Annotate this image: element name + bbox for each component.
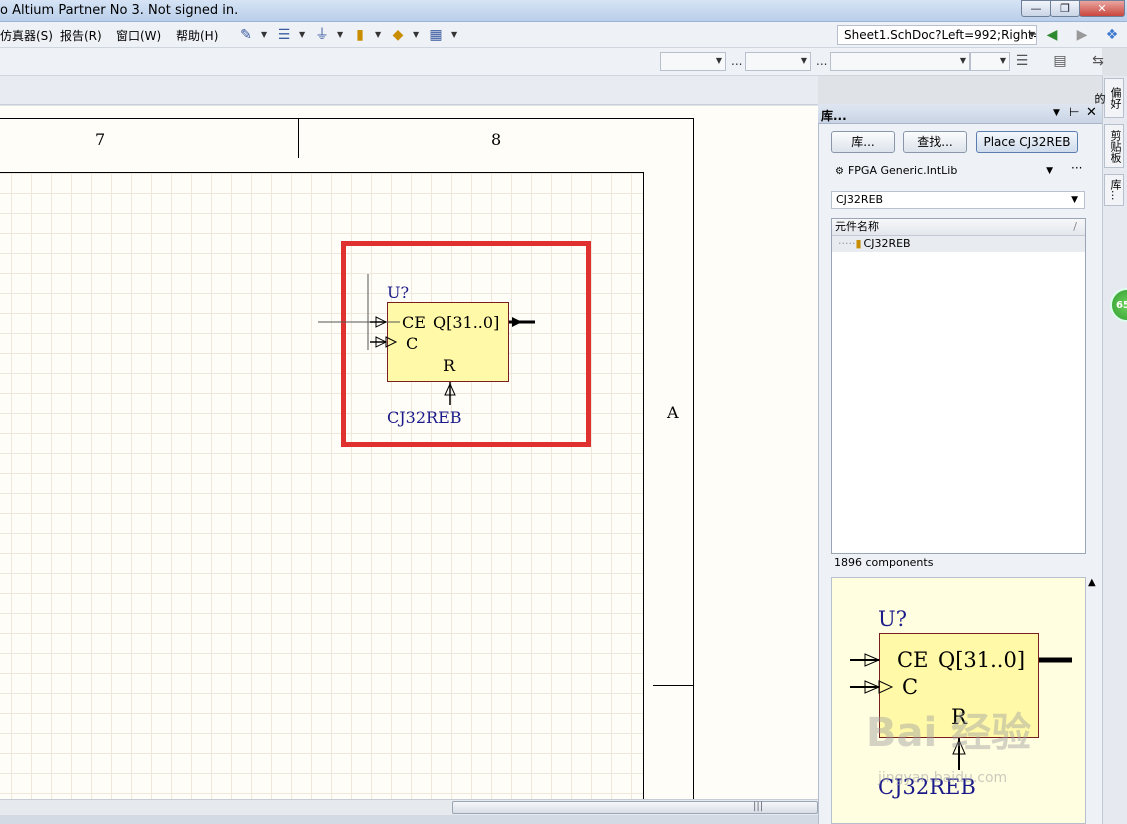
panel-menu-icon[interactable]: ▼ (1053, 108, 1060, 118)
pin-label-c: C (406, 334, 419, 353)
minimize-icon: — (1030, 2, 1042, 15)
chevron-down-icon[interactable]: ▼ (261, 30, 267, 39)
chevron-down-icon[interactable]: ▼ (375, 30, 381, 39)
pin-label-ce: CE (402, 313, 426, 332)
pin-icon[interactable]: ⊢ (1069, 105, 1079, 119)
port-tool-icon[interactable]: ▮ (350, 26, 370, 44)
directive-tool-icon[interactable]: ◆ (388, 26, 408, 44)
window-title: o Altium Partner No 3. Not signed in. (0, 3, 239, 18)
forward-icon[interactable]: ▶ (1072, 26, 1092, 44)
pin-c-clock (385, 336, 398, 348)
chevron-down-icon: ▼ (800, 56, 807, 65)
preview-designator: U? (878, 607, 907, 631)
more-icon[interactable]: ··· (1071, 161, 1082, 175)
component-pins (318, 274, 535, 405)
font-combo[interactable]: ▼ (660, 52, 726, 71)
tree-line-icon: ····· (838, 237, 856, 250)
chevron-down-icon: ▼ (1071, 195, 1078, 205)
preview-pin-c-clock (878, 680, 894, 694)
library-icon: ⚙ (835, 166, 844, 177)
maximize-button[interactable]: ❐ (1050, 0, 1080, 17)
menu-reports[interactable]: 报告(R) (60, 27, 102, 44)
close-icon[interactable]: ✕ (1086, 105, 1097, 120)
filter-value: CJ32REB (836, 193, 884, 206)
swap-icon[interactable]: ⇆ (1088, 52, 1108, 70)
component-list[interactable] (831, 218, 1086, 554)
watermark-logo: Bai 经验 (866, 710, 1032, 756)
component-designator: U? (387, 283, 410, 302)
schematic-canvas[interactable] (0, 106, 818, 799)
pin-label-r: R (443, 356, 456, 375)
component-filter[interactable]: CJ32REB ▼ (831, 191, 1085, 209)
size-combo[interactable]: ▼ (745, 52, 811, 71)
menu-window[interactable]: 窗口(W) (116, 27, 161, 44)
tab-clipboard[interactable]: 剪贴板 (1104, 124, 1124, 168)
preview-pin-label-c: C (902, 675, 919, 699)
menu-help[interactable]: 帮助(H) (176, 27, 218, 44)
menu-simulator[interactable]: 仿真器(S) (0, 27, 53, 44)
restore-icon: ❐ (1060, 2, 1070, 15)
panel-title: 库... (821, 109, 847, 123)
zone-label-7: 7 (95, 130, 106, 149)
close-window-button[interactable]: ✕ (1079, 0, 1125, 17)
document-address-field[interactable]: Sheet1.SchDoc?Left=992;Right= (837, 25, 1037, 45)
library-selected: FPGA Generic.IntLib (847, 164, 958, 177)
chevron-down-icon[interactable]: ▼ (337, 30, 343, 39)
ground-tool-icon[interactable]: ⏚ (312, 26, 332, 44)
navigate-icon[interactable]: ❖ (1102, 26, 1122, 44)
zone-label-8: 8 (491, 130, 502, 149)
library-selector[interactable]: ⚙ FPGA Generic.IntLib ▼ (831, 163, 1059, 181)
component-count: 1896 components (834, 556, 934, 569)
close-icon: ✕ (1097, 2, 1107, 15)
chevron-down-icon: ▼ (959, 56, 966, 65)
more-icon[interactable]: ... (731, 54, 742, 68)
chevron-down-icon[interactable]: ▼ (1029, 30, 1035, 39)
grip-icon: ||| (753, 801, 764, 812)
preview-pin-label-q: Q[31..0] (938, 648, 1026, 672)
list-header[interactable]: 元件名称 / (832, 219, 1085, 236)
scrollbar-thumb[interactable]: ||| (452, 801, 818, 814)
collapse-icon[interactable]: ▲ (1088, 577, 1096, 588)
sort-icon: / (1073, 220, 1077, 233)
pin-q-arrow (512, 317, 522, 327)
chevron-down-icon: ▼ (715, 56, 722, 65)
column-header-name: 元件名称 (835, 220, 879, 233)
chevron-down-icon: ▼ (1046, 166, 1053, 176)
minimize-button[interactable]: — (1021, 0, 1051, 17)
zone-label-a: A (667, 403, 679, 422)
more-icon[interactable]: ... (816, 54, 827, 68)
document-tab-strip (0, 76, 818, 105)
grid-tool-icon[interactable]: ▦ (426, 26, 446, 44)
tab-libraries[interactable]: 库... (1104, 174, 1124, 206)
component-icon: ▮ (855, 237, 862, 250)
chevron-down-icon[interactable]: ▼ (413, 30, 419, 39)
sheet-border (0, 118, 694, 799)
zone-divider (298, 118, 299, 158)
zone-divider (653, 685, 693, 686)
chevron-down-icon: ▼ (999, 56, 1006, 65)
component-name: CJ32REB (387, 408, 462, 427)
chevron-down-icon[interactable]: ▼ (299, 30, 305, 39)
tab-favorites[interactable]: 偏好的 (1093, 78, 1124, 118)
list-item-name: CJ32REB (863, 237, 911, 250)
align-icon[interactable]: ☰ (1012, 52, 1032, 70)
libraries-button[interactable]: 库... (831, 131, 895, 153)
watermark-url: jingyan.baidu.com (878, 770, 1008, 786)
place-component-button[interactable]: Place CJ32REB (976, 131, 1078, 153)
wire-tool-icon[interactable]: ✎ (236, 26, 256, 44)
bus-tool-icon[interactable]: ☰ (274, 26, 294, 44)
zoom-combo[interactable]: ▼ (970, 52, 1010, 71)
chevron-down-icon[interactable]: ▼ (451, 30, 457, 39)
search-button[interactable]: 查找... (903, 131, 967, 153)
distribute-icon[interactable]: ▤ (1050, 52, 1070, 70)
preview-pin-label-ce: CE (897, 648, 929, 672)
back-icon[interactable]: ◀ (1042, 26, 1062, 44)
list-item[interactable]: ·····▮ CJ32REB (832, 236, 1085, 252)
pin-label-q: Q[31..0] (433, 313, 500, 332)
style-combo[interactable]: ▼ (830, 52, 970, 71)
